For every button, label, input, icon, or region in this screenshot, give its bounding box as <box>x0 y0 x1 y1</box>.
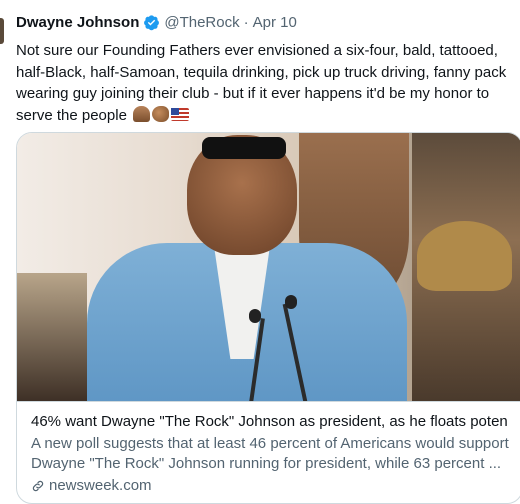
tweet-date[interactable]: Apr 10 <box>253 14 297 31</box>
card-title[interactable]: 46% want Dwayne "The Rock" Johnson as pr… <box>31 413 508 430</box>
card-image[interactable] <box>17 133 520 401</box>
link-preview-card[interactable]: 46% want Dwayne "The Rock" Johnson as pr… <box>16 132 520 504</box>
tweet-text: Not sure our Founding Fathers ever envis… <box>16 40 516 126</box>
header-separator: · <box>243 14 249 31</box>
flexed-biceps-icon <box>152 105 170 122</box>
card-domain-text[interactable]: newsweek.com <box>49 477 152 494</box>
tweet-text-line: wearing guy joining their club - but if … <box>16 85 490 102</box>
avatar[interactable] <box>0 18 4 44</box>
tweet-text-line: serve the people <box>16 106 127 124</box>
tweet-text-line: half-Black, half-Samoan, tequila drinkin… <box>16 63 507 81</box>
speaker-sunglasses <box>202 137 286 159</box>
folded-hands-icon <box>133 105 151 122</box>
card-domain[interactable]: newsweek.com <box>31 477 508 494</box>
tweet-text-last-line: serve the people <box>16 105 516 127</box>
author-handle[interactable]: @TheRock <box>164 14 239 31</box>
author-name[interactable]: Dwayne Johnson <box>16 14 139 31</box>
tweet-text-line: Not sure our Founding Fathers ever envis… <box>16 42 498 59</box>
microphone-icon <box>249 309 261 323</box>
card-description-line: Dwayne "The Rock" Johnson running for pr… <box>31 455 502 472</box>
us-flag-icon <box>171 107 190 121</box>
tweet-header: Dwayne Johnson @TheRock · Apr 10 <box>16 14 297 31</box>
card-description: A new poll suggests that at least 46 per… <box>31 434 509 474</box>
link-icon <box>32 480 44 491</box>
card-description-line: A new poll suggests that at least 46 per… <box>31 435 509 452</box>
microphone-icon <box>285 295 297 309</box>
poster-figure-left <box>17 273 87 401</box>
card-body[interactable]: 46% want Dwayne "The Rock" Johnson as pr… <box>17 401 520 494</box>
poster-hat <box>417 221 512 291</box>
verified-badge-icon <box>144 15 160 31</box>
